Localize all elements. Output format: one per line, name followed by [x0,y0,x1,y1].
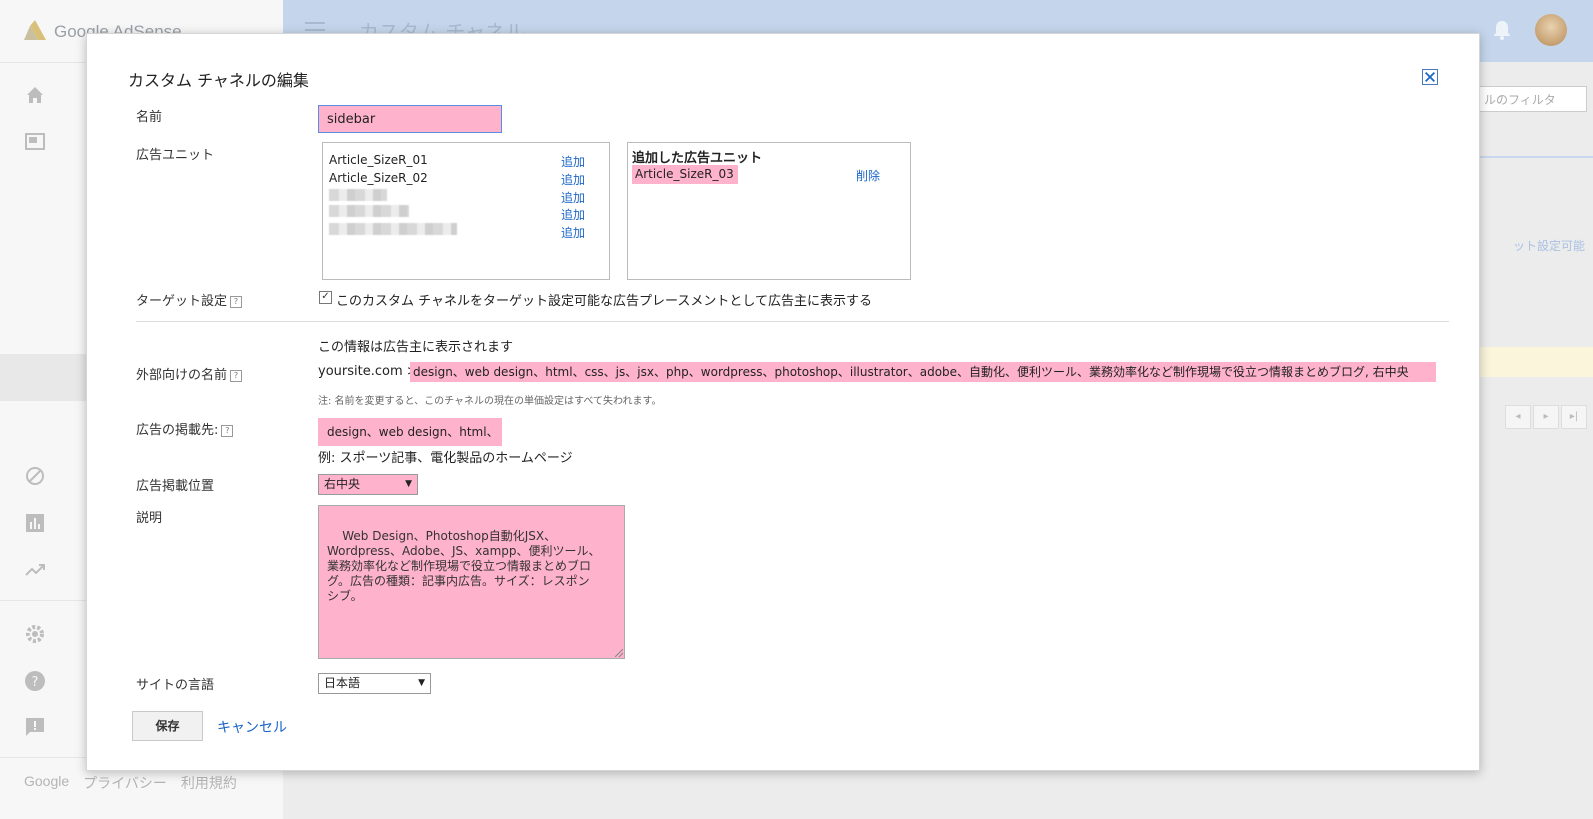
cancel-button[interactable]: キャンセル [217,717,287,737]
bg-tab-underline [1473,156,1593,158]
placement-input[interactable]: design、web design、html、 [318,418,502,446]
remove-ad-unit-link[interactable]: 削除 [856,167,880,184]
avatar[interactable] [1535,14,1567,46]
bell-icon[interactable] [1493,20,1511,40]
svg-text:?: ? [32,675,39,690]
available-ad-units-list: Article_SizeR_01 追加 Article_SizeR_02 追加 … [322,142,610,280]
targeting-label-text: ターゲット設定 [136,294,228,309]
external-name-label: 外部向けの名前? [136,364,243,383]
prev-page-button[interactable]: ◂ [1505,405,1531,429]
help-icon[interactable]: ? [24,670,46,692]
trending-icon[interactable] [24,559,46,581]
reports-icon[interactable] [24,512,46,534]
help-icon[interactable]: ? [221,425,234,437]
targeting-checkbox[interactable]: ✓ [319,291,332,304]
edit-channel-dialog: カスタム チャネルの編集 名前 広告ユニット Article_SizeR_01 … [86,33,1480,771]
bg-targeting-link[interactable]: ット設定可能 [1513,237,1585,254]
added-units-header: 追加した広告ユニット [632,151,763,166]
save-button[interactable]: 保存 [132,711,203,741]
next-page-button[interactable]: ▸ [1533,405,1559,429]
gear-icon[interactable] [24,623,46,645]
placement-label: 広告の掲載先:? [136,419,234,438]
add-ad-unit-link[interactable]: 追加 [561,206,585,223]
description-label: 説明 [136,511,163,526]
footer-google: Google [24,773,70,789]
bg-notice [1473,347,1593,377]
add-ad-unit-link[interactable]: 追加 [561,224,585,241]
external-name-warning: 注: 名前を変更すると、このチャネルの現在の単価設定はすべて失われます。 [318,396,662,407]
ad-unit-name: Article_SizeR_01 [329,153,428,167]
blurred-ad-unit-name [329,189,387,201]
add-ad-unit-link[interactable]: 追加 [561,153,585,170]
sidebar-footer: Google プライバシー 利用規約 [24,773,237,793]
dropdown-arrow-icon: ▼ [405,479,412,489]
blurred-ad-unit-name [329,205,409,217]
advertiser-visible-note: この情報は広告主に表示されます [318,340,514,355]
position-select[interactable]: 右中央 ▼ [318,474,418,495]
ad-units-label: 広告ユニット [136,148,215,163]
channel-filter-input[interactable]: ルのフィルタ [1477,86,1587,112]
block-icon[interactable] [24,465,46,487]
external-name-input[interactable]: design、web design、html、css、js、jsx、php、wo… [410,362,1436,382]
position-select-value: 右中央 [324,477,361,491]
footer-privacy-link[interactable]: プライバシー [83,773,167,793]
added-ad-unit-name: Article_SizeR_03 [632,165,738,184]
external-name-label-text: 外部向けの名前 [136,368,228,383]
targeting-label: ターゲット設定? [136,290,243,309]
last-page-button[interactable]: ▸| [1561,405,1587,429]
add-ad-unit-link[interactable]: 追加 [561,189,585,206]
position-label: 広告掲載位置 [136,479,215,494]
description-textarea[interactable]: Web Design、Photoshop自動化JSX、 Wordpress、Ad… [318,505,625,659]
language-label: サイトの言語 [136,678,215,693]
home-icon[interactable] [24,84,46,106]
language-select[interactable]: 日本語 ▼ [318,673,431,694]
placement-example: 例: スポーツ記事、電化製品のホームページ [318,451,573,466]
language-select-value: 日本語 [324,676,361,690]
footer-terms-link[interactable]: 利用規約 [181,773,237,793]
ad-unit-name: Article_SizeR_02 [329,171,428,185]
added-ad-units-list: 追加した広告ユニット Article_SizeR_03 削除 [627,142,911,280]
dropdown-arrow-icon: ▼ [418,678,425,688]
placement-label-text: 広告の掲載先: [136,423,219,438]
help-icon[interactable]: ? [230,296,243,308]
resize-grip-icon[interactable] [615,649,623,657]
add-ad-unit-link[interactable]: 追加 [561,171,585,188]
targeting-checkbox-label[interactable]: このカスタム チャネルをターゲット設定可能な広告プレースメントとして広告主に表示… [336,290,872,309]
help-icon[interactable]: ? [230,370,243,382]
name-input[interactable] [318,105,502,133]
close-icon[interactable] [1422,69,1438,85]
ads-icon[interactable] [24,131,46,153]
section-divider [136,321,1449,322]
adsense-logo-icon [24,20,46,40]
blurred-ad-unit-name [329,223,457,235]
name-label: 名前 [136,110,163,125]
dialog-title: カスタム チャネルの編集 [128,71,309,90]
feedback-icon[interactable] [24,716,46,738]
description-text: Web Design、Photoshop自動化JSX、 Wordpress、Ad… [327,529,601,603]
